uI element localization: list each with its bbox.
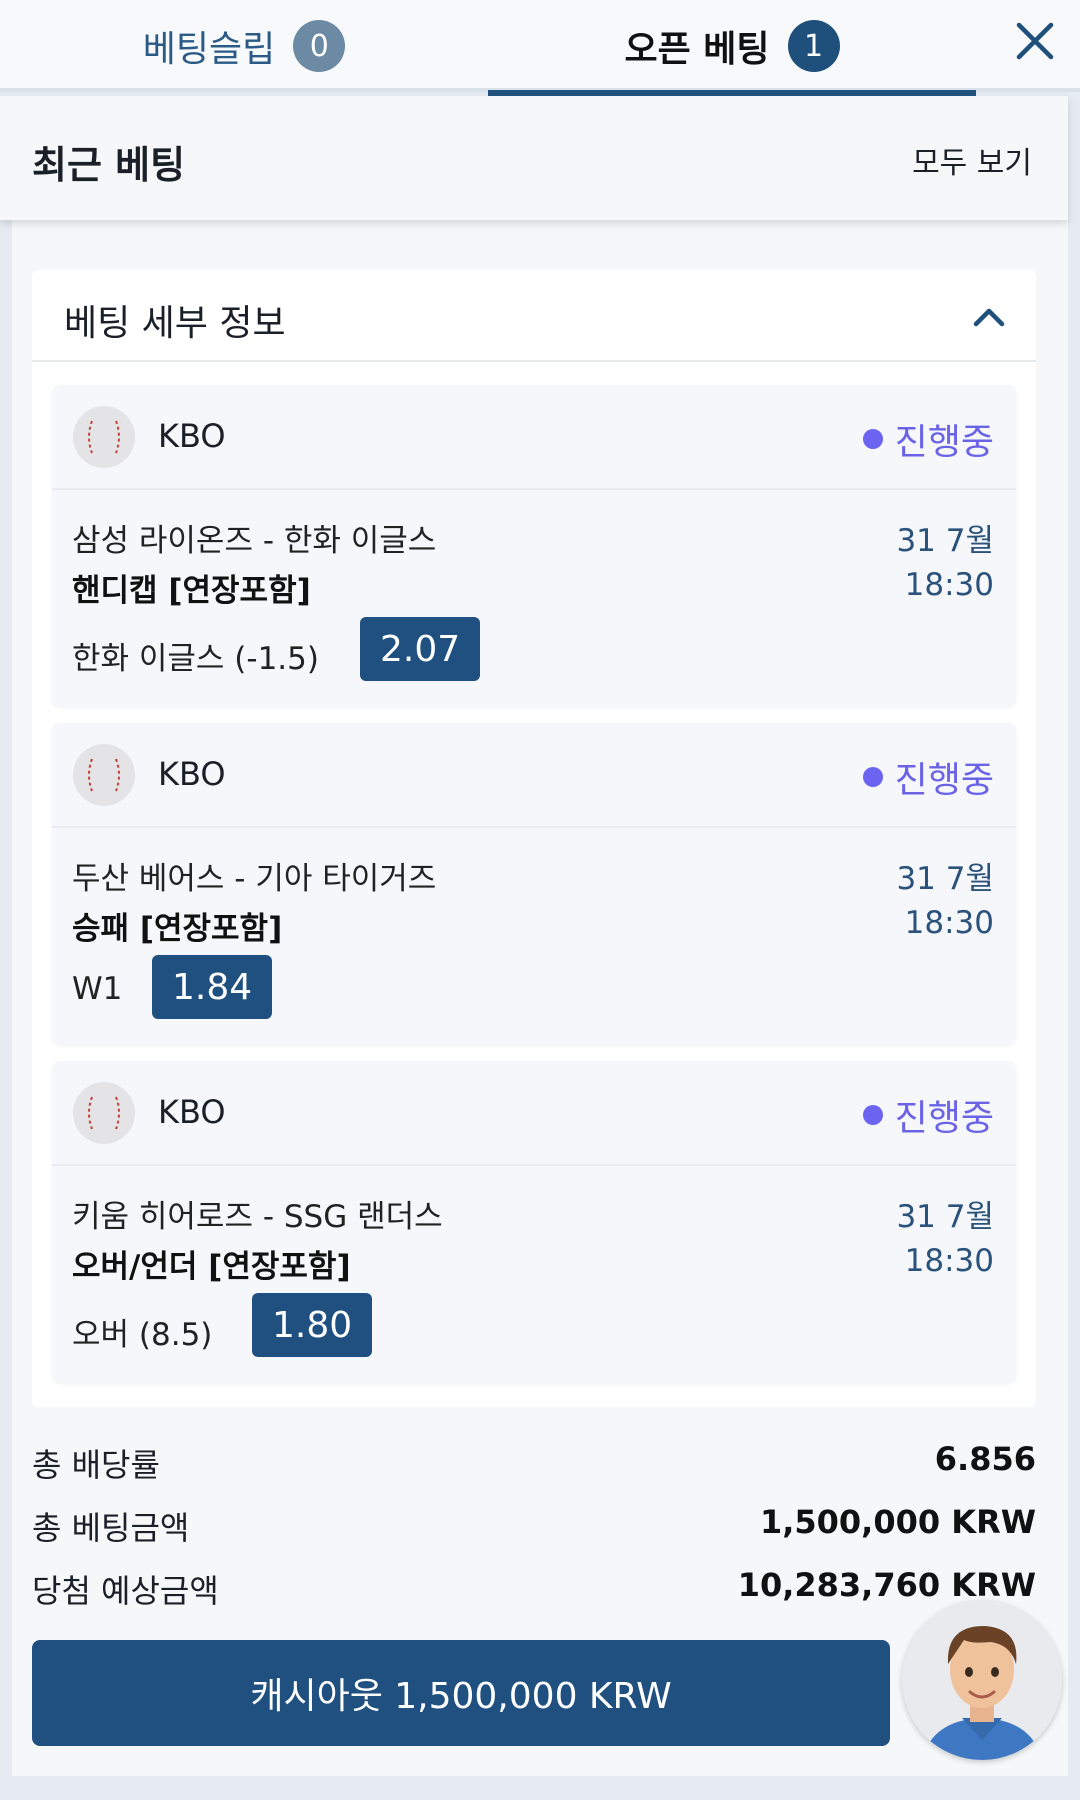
market-name: 핸디캡 [연장포함] bbox=[72, 573, 311, 609]
status-text: 진행중 bbox=[894, 422, 994, 463]
recent-bets-header: 최근 베팅 모두 보기 bbox=[0, 96, 1068, 220]
tab-betslip[interactable]: 베팅슬립 0 bbox=[0, 0, 488, 92]
bet-details-card: 베팅 세부 정보 KBO 진행중 삼성 라이온즈 - 한화 이글스 핸디캡 [연… bbox=[32, 270, 1036, 1407]
bet-item: KBO 진행중 삼성 라이온즈 - 한화 이글스 핸디캡 [연장포함] 31 7… bbox=[52, 385, 1016, 707]
odds-badge: 2.07 bbox=[360, 617, 481, 681]
match-name: 두산 베어스 - 기아 타이거즈 bbox=[72, 861, 437, 897]
league-name: KBO bbox=[158, 417, 226, 455]
bet-pick: W1 bbox=[72, 971, 123, 1007]
status-badge: 진행중 bbox=[862, 413, 994, 465]
bet-pick: 한화 이글스 (-1.5) bbox=[72, 641, 319, 677]
match-date: 31 7월 bbox=[896, 861, 994, 897]
baseball-icon bbox=[73, 744, 135, 806]
tab-betslip-label: 베팅슬립 bbox=[142, 29, 276, 70]
potential-win-label: 당첨 예상금액 bbox=[32, 1572, 219, 1610]
status-dot-icon bbox=[862, 767, 883, 787]
status-badge: 진행중 bbox=[862, 1089, 994, 1141]
bet-details-title: 베팅 세부 정보 bbox=[64, 303, 286, 344]
total-odds-row: 총 배당률 6.856 bbox=[32, 1440, 1036, 1490]
status-badge: 진행중 bbox=[862, 751, 994, 803]
status-text: 진행중 bbox=[894, 1098, 994, 1139]
league-name: KBO bbox=[158, 755, 226, 793]
status-dot-icon bbox=[862, 429, 883, 449]
league-name: KBO bbox=[158, 1093, 226, 1131]
total-stake-value: 1,500,000 KRW bbox=[759, 1503, 1036, 1541]
bet-item: KBO 진행중 키움 히어로즈 - SSG 랜더스 오버/언더 [연장포함] 3… bbox=[52, 1061, 1016, 1383]
baseball-icon bbox=[73, 406, 135, 468]
open-bets-count-badge: 1 bbox=[787, 20, 840, 72]
chevron-up-icon bbox=[973, 308, 1005, 327]
view-all-link[interactable]: 모두 보기 bbox=[912, 138, 1032, 182]
bet-pick: 오버 (8.5) bbox=[72, 1317, 213, 1353]
close-icon bbox=[1016, 22, 1054, 60]
market-name: 오버/언더 [연장포함] bbox=[72, 1249, 351, 1285]
odds-badge: 1.80 bbox=[252, 1293, 373, 1357]
close-button[interactable] bbox=[1000, 6, 1070, 76]
total-odds-value: 6.856 bbox=[934, 1440, 1036, 1478]
baseball-icon bbox=[73, 1082, 135, 1144]
assistant-avatar[interactable] bbox=[902, 1600, 1062, 1760]
cashout-button[interactable]: 캐시아웃 1,500,000 KRW bbox=[32, 1640, 890, 1746]
match-time: 18:30 bbox=[904, 1243, 994, 1279]
total-stake-row: 총 베팅금액 1,500,000 KRW bbox=[32, 1503, 1036, 1553]
total-odds-label: 총 배당률 bbox=[32, 1446, 160, 1484]
bet-item: KBO 진행중 두산 베어스 - 기아 타이거즈 승패 [연장포함] 31 7월… bbox=[52, 723, 1016, 1045]
total-stake-label: 총 베팅금액 bbox=[32, 1509, 190, 1547]
bet-details-toggle[interactable]: 베팅 세부 정보 bbox=[32, 270, 1036, 362]
market-name: 승패 [연장포함] bbox=[72, 911, 283, 947]
match-date: 31 7월 bbox=[896, 1199, 994, 1235]
tab-open-bets-label: 오픈 베팅 bbox=[624, 29, 770, 70]
potential-win-row: 당첨 예상금액 10,283,760 KRW bbox=[32, 1566, 1036, 1616]
match-time: 18:30 bbox=[904, 905, 994, 941]
odds-badge: 1.84 bbox=[152, 955, 273, 1019]
match-time: 18:30 bbox=[904, 567, 994, 603]
status-text: 진행중 bbox=[894, 760, 994, 801]
recent-bets-title: 최근 베팅 bbox=[32, 143, 186, 187]
status-dot-icon bbox=[862, 1105, 883, 1125]
match-date: 31 7월 bbox=[896, 523, 994, 559]
tab-open-bets[interactable]: 오픈 베팅 1 bbox=[488, 0, 976, 96]
match-name: 키움 히어로즈 - SSG 랜더스 bbox=[72, 1199, 443, 1235]
potential-win-value: 10,283,760 KRW bbox=[737, 1566, 1036, 1604]
match-name: 삼성 라이온즈 - 한화 이글스 bbox=[72, 523, 437, 559]
betslip-count-badge: 0 bbox=[293, 20, 346, 72]
avatar-illustration bbox=[902, 1600, 1062, 1760]
bet-tabs: 베팅슬립 0 오픈 베팅 1 bbox=[0, 0, 1080, 96]
